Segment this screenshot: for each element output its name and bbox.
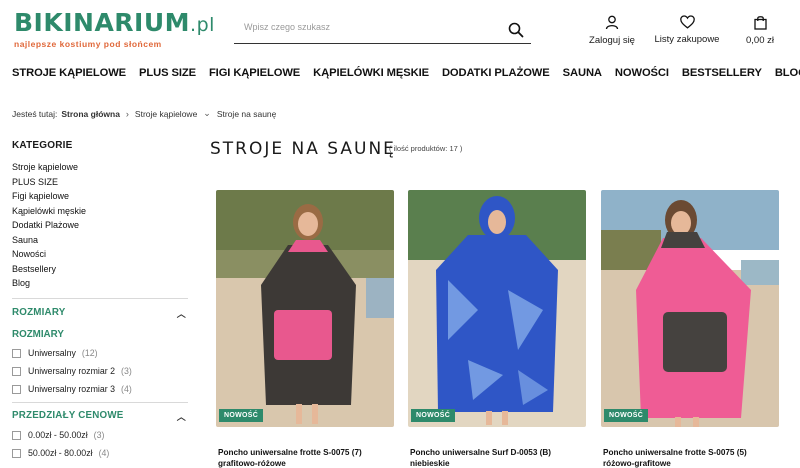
product-name[interactable]: Poncho uniwersalne frotte S-0075 (5) róż… [603,448,779,468]
divider [12,402,188,403]
option-label: Uniwersalny rozmiar 3 [28,384,116,394]
product-image[interactable]: NOWOŚĆ [601,190,779,427]
nav-item-nowosci[interactable]: NOWOŚCI [615,67,669,83]
search-input[interactable] [244,22,494,32]
product-name[interactable]: Poncho uniwersalne Surf D-0053 (B) niebi… [410,448,586,468]
sizes-subheading: ROZMIARY [12,329,64,340]
product-count: ( ilość produktów: 17 ) [389,144,463,153]
nav-item-sauna[interactable]: SAUNA [563,67,602,83]
option-label: 0.00zł - 50.00zł [28,430,88,440]
sizes-filter-toggle[interactable]: ROZMIARY ︿ [12,307,188,321]
category-link[interactable]: Sauna [12,233,192,248]
breadcrumb-current: Stroje na saunę [216,108,277,119]
size-filter-option[interactable]: Uniwersalny (12) [12,347,98,359]
new-badge: NOWOŚĆ [604,409,649,422]
site-header: BIKINARIUM.pl najlepsze kostiumy pod sło… [0,0,800,58]
shopping-bag-icon [740,15,780,30]
product-image[interactable]: NOWOŚĆ [408,190,586,427]
categories-heading: KATEGORIE [12,140,73,151]
category-link[interactable]: Dodatki Plażowe [12,218,192,233]
logo-tagline: najlepsze kostiumy pod słońcem [14,39,162,49]
filter-sidebar: KATEGORIE Stroje kąpielowe PLUS SIZE Fig… [12,140,192,458]
option-label: Uniwersalny [28,348,76,358]
category-link[interactable]: Figi kąpielowe [12,189,192,204]
checkbox[interactable] [12,430,21,440]
nav-item-dodatki-plazowe[interactable]: DODATKI PLAŻOWE [442,67,550,83]
category-link[interactable]: Kąpielówki męskie [12,204,192,219]
login-button[interactable]: Zaloguj się [588,15,636,46]
category-link[interactable]: Bestsellery [12,262,192,277]
new-badge: NOWOŚĆ [219,409,264,422]
category-link[interactable]: Nowości [12,247,192,262]
option-count: (4) [121,384,132,394]
breadcrumb-level1-link[interactable]: Stroje kąpielowe [135,109,197,119]
cart-button[interactable]: 0,00 zł [740,15,780,46]
price-filter-option[interactable]: 0.00zł - 50.00zł (3) [12,429,104,441]
option-count: (12) [81,348,98,358]
product-name[interactable]: Poncho uniwersalne frotte S-0075 (7) gra… [218,448,394,468]
chevron-up-icon: ︿ [176,309,186,319]
option-count: (3) [121,366,132,376]
nav-item-blog[interactable]: BLOG [775,67,800,83]
user-icon [588,15,636,30]
category-link[interactable]: PLUS SIZE [12,175,192,190]
checkbox[interactable] [12,366,21,376]
sizes-filter-title: ROZMIARY [12,307,66,318]
checkbox[interactable] [12,384,21,394]
logo-text: BIKINARIUM [14,8,191,37]
checkbox[interactable] [12,348,21,358]
option-count: (4) [98,448,110,458]
category-link[interactable]: Stroje kąpielowe [12,160,192,175]
breadcrumb-home-link[interactable]: Strona główna [61,109,120,119]
nav-item-plus-size[interactable]: PLUS SIZE [139,67,196,83]
nav-item-stroje-kapielowe[interactable]: STROJE KĄPIELOWE [12,67,126,83]
wishlist-label: Listy zakupowe [654,34,720,45]
price-filter-option[interactable]: 50.00zł - 80.00zł (4) [12,447,109,459]
main-navigation: STROJE KĄPIELOWE PLUS SIZE FIGI KĄPIELOW… [12,67,800,83]
nav-item-kapielowki-meskie[interactable]: KĄPIELÓWKI MĘSKIE [313,67,429,83]
category-list: Stroje kąpielowe PLUS SIZE Figi kąpielow… [12,160,192,291]
chevron-right-icon: › [125,108,129,119]
breadcrumb-prefix: Jesteś tutaj: [12,108,58,119]
product-card[interactable]: NOWOŚĆ Poncho uniwersalne frotte S-0075 … [216,190,394,468]
search-icon[interactable] [507,21,525,39]
option-count: (3) [93,430,105,440]
price-filter-title: PRZEDZIAŁY CENOWE [12,410,124,421]
nav-item-bestsellery[interactable]: BESTSELLERY [682,67,762,83]
cart-total: 0,00 zł [746,35,774,46]
logo-suffix: .pl [190,14,215,36]
size-filter-option[interactable]: Uniwersalny rozmiar 2 (3) [12,365,132,377]
price-filter-toggle[interactable]: PRZEDZIAŁY CENOWE ︿ [12,410,188,424]
chevron-down-icon[interactable]: ⌄ [203,108,211,119]
page-title: STROJE NA SAUNĘ [210,139,396,159]
site-logo[interactable]: BIKINARIUM.pl najlepsze kostiumy pod sło… [14,10,215,50]
chevron-up-icon: ︿ [176,412,186,422]
product-card[interactable]: NOWOŚĆ Poncho uniwersalne Surf D-0053 (B… [408,190,586,468]
category-link[interactable]: Blog [12,276,192,291]
logo-wordmark: BIKINARIUM.pl [14,10,215,38]
heart-icon [652,15,722,29]
product-image[interactable]: NOWOŚĆ [216,190,394,427]
login-label: Zaloguj się [589,35,635,46]
option-label: Uniwersalny rozmiar 2 [28,366,116,376]
size-filter-option[interactable]: Uniwersalny rozmiar 3 (4) [12,383,132,395]
checkbox[interactable] [12,448,21,458]
search-bar [234,17,531,44]
breadcrumb: Jesteś tutaj: Strona główna › Stroje kąp… [12,108,276,119]
wishlist-button[interactable]: Listy zakupowe [652,15,722,45]
product-card[interactable]: NOWOŚĆ Poncho uniwersalne frotte S-0075 … [601,190,779,468]
new-badge: NOWOŚĆ [411,409,456,422]
divider [12,298,188,299]
option-label: 50.00zł - 80.00zł [28,448,93,458]
nav-item-figi-kapielowe[interactable]: FIGI KĄPIELOWE [209,67,300,83]
